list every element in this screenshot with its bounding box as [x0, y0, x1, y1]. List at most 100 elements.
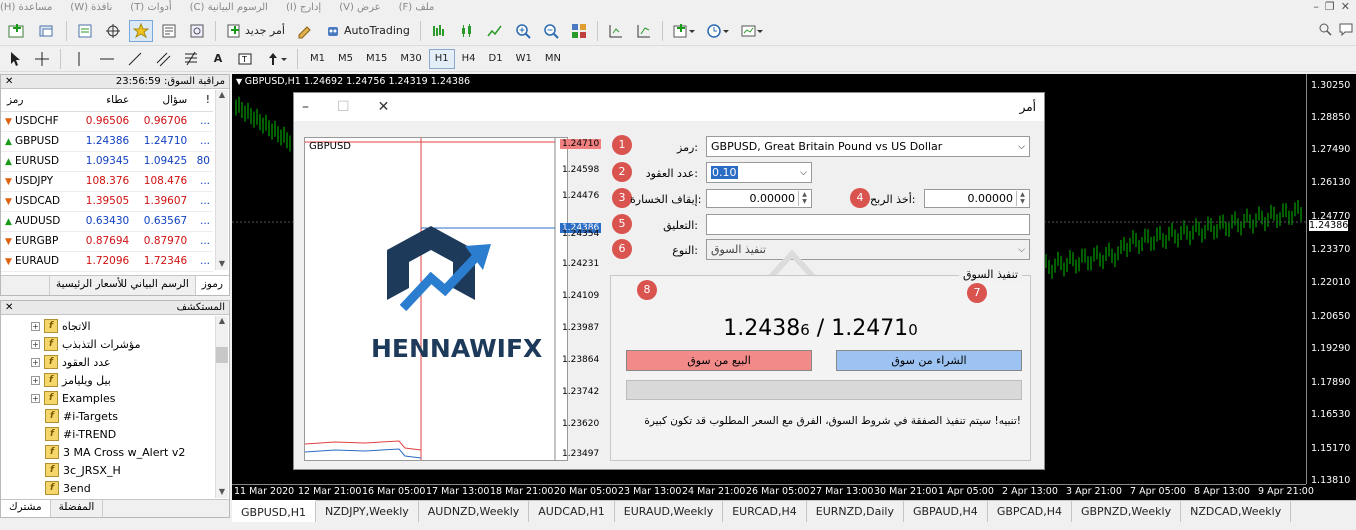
text-icon[interactable]: A [207, 48, 229, 70]
column-header-symbol[interactable]: رمز [1, 89, 75, 112]
navigator-item[interactable]: + f Examples [1, 389, 229, 407]
periods-icon[interactable] [703, 20, 733, 42]
channel-icon[interactable] [151, 48, 175, 70]
order-type-select[interactable]: تنفيذ السوق ⌵ [706, 239, 1030, 260]
new-order-button[interactable]: أمر جديد [222, 20, 289, 42]
chart-collapse-icon[interactable]: ▼ [236, 77, 245, 86]
indicators-icon[interactable] [669, 20, 699, 42]
tab-tick-chart[interactable]: الرسم البياني للأسعار الرئيسية [48, 276, 195, 295]
navigator-item[interactable]: + f مؤشرات التذبذب [1, 335, 229, 353]
navigator-item[interactable]: f #i-Targets [1, 407, 229, 425]
data-window-icon[interactable] [101, 20, 125, 42]
chart-tab[interactable]: GBPUSD,H1 [232, 500, 316, 522]
horizontal-line-icon[interactable] [95, 48, 119, 70]
sell-by-market-button[interactable]: البيع من سوق [626, 350, 812, 371]
tab-common[interactable]: مشترك [1, 500, 51, 517]
timeframe-h1[interactable]: H1 [428, 48, 455, 69]
menu-view[interactable]: عرض (V) [339, 2, 380, 13]
expand-icon[interactable]: + [31, 375, 40, 385]
scroll-down-icon[interactable]: ▼ [216, 487, 228, 496]
market-watch-row[interactable]: ▼ USDJPY 108.376 108.476... [1, 171, 213, 192]
market-watch-row[interactable]: ▲ AUDUSD 0.63430 0.63567... [1, 211, 213, 232]
bar-chart-icon[interactable] [427, 20, 451, 42]
symbol-select[interactable]: GBPUSD, Great Britain Pound vs US Dollar… [706, 136, 1030, 157]
timeframe-m1[interactable]: M1 [304, 49, 331, 69]
restore-icon[interactable]: ❐ [1325, 0, 1335, 13]
menu-insert[interactable]: إدارج (I) [286, 2, 321, 13]
autotrading-button[interactable]: AutoTrading [321, 20, 414, 42]
timeframe-w1[interactable]: W1 [510, 49, 538, 69]
chart-tab[interactable]: AUDCAD,H1 [529, 501, 615, 522]
metaeditor-icon[interactable] [293, 20, 317, 42]
tile-windows-icon[interactable] [567, 20, 591, 42]
time-scale[interactable]: 11 Mar 2020 12 Mar 21:00 16 Mar 05:00 17 Ma… [232, 484, 1314, 500]
timeframe-d1[interactable]: D1 [483, 49, 509, 69]
close-icon[interactable]: ✕ [378, 99, 390, 115]
comment-input[interactable] [706, 214, 1030, 235]
navigator-icon[interactable] [129, 19, 153, 42]
menu-file[interactable]: ملف (F) [399, 2, 435, 13]
volume-combo[interactable]: 0.10 ⌵ [706, 162, 812, 183]
menu-tools[interactable]: أدوات (T) [130, 2, 171, 13]
vertical-line-icon[interactable] [67, 48, 91, 70]
candlesticks-icon[interactable] [455, 20, 479, 42]
close-icon[interactable]: ✕ [5, 76, 13, 87]
scroll-up-icon[interactable]: ▲ [216, 90, 228, 99]
market-watch-row[interactable]: ▼ USDCAD 1.39505 1.39607... [1, 191, 213, 212]
fibonacci-icon[interactable] [179, 48, 203, 70]
navigator-item[interactable]: + f الاتجاه [1, 317, 229, 335]
timeframe-m15[interactable]: M15 [360, 49, 393, 69]
crosshair-icon[interactable] [30, 48, 54, 70]
takeprofit-spinner[interactable]: ▲ ▼ [1016, 191, 1028, 206]
column-header-ask[interactable]: سؤال [132, 89, 191, 112]
close-icon[interactable]: ✕ [1341, 0, 1350, 13]
chart-tab[interactable]: GBPNZD,Weekly [1072, 501, 1182, 522]
chart-shift-icon[interactable] [604, 20, 628, 42]
terminal-icon[interactable] [157, 20, 181, 42]
strategy-tester-icon[interactable] [185, 20, 209, 42]
navigator-item[interactable]: f #i-TREND [1, 425, 229, 443]
menu-window[interactable]: نافذة (W) [70, 2, 112, 13]
market-watch-row[interactable]: ▲ EURUSD 1.09345 1.09425 80 [1, 151, 213, 172]
scroll-thumb[interactable] [216, 347, 228, 363]
navigator-item[interactable]: f 3 MA Cross w_Alert v2 [1, 443, 229, 461]
tab-symbols[interactable]: رموز [194, 276, 229, 295]
trendline-icon[interactable] [123, 48, 147, 70]
minimize-icon[interactable]: – [302, 99, 309, 115]
maximize-icon[interactable]: ☐ [337, 99, 350, 115]
navigator-item[interactable]: + f بيل ويليامز [1, 371, 229, 389]
chart-tab[interactable]: GBPAUD,H4 [904, 501, 988, 522]
price-scale[interactable]: 1.30250 1.28850 1.27490 1.26130 1.24770 1.243… [1306, 74, 1356, 486]
scroll-down-icon[interactable]: ▼ [216, 259, 228, 268]
stoploss-input[interactable]: 0.00000 ▲ ▼ [706, 189, 812, 208]
scroll-up-icon[interactable]: ▲ [216, 316, 228, 325]
market-watch-scrollbar[interactable]: ▲ ▼ [215, 90, 228, 270]
zoom-out-icon[interactable] [539, 20, 563, 42]
expand-icon[interactable]: + [31, 321, 40, 331]
new-chart-icon[interactable] [4, 20, 30, 42]
chart-tab[interactable]: EURAUD,Weekly [615, 501, 724, 522]
chart-tab[interactable]: EURCAD,H4 [723, 501, 807, 522]
navigator-scrollbar[interactable]: ▲ ▼ [215, 316, 228, 498]
chat-icon[interactable] [1338, 22, 1354, 39]
auto-scroll-icon[interactable] [632, 20, 656, 42]
column-header-bid[interactable]: عطاء [74, 89, 133, 112]
navigator-item[interactable]: f 3end [1, 479, 229, 497]
timeframe-m5[interactable]: M5 [332, 49, 359, 69]
cursor-icon[interactable] [4, 48, 26, 70]
navigator-item[interactable]: + f عدد العقود [1, 353, 229, 371]
chart-tab[interactable]: NZDCAD,Weekly [1181, 501, 1292, 522]
market-watch-row[interactable]: ▼ EURGBP 0.87694 0.87970... [1, 231, 213, 252]
menu-help[interactable]: مساعدة (H) [0, 2, 52, 13]
expand-icon[interactable]: + [31, 357, 40, 367]
timeframe-h4[interactable]: H4 [456, 49, 482, 69]
market-watch-row[interactable]: ▲ GBPUSD 1.24386 1.24710... [1, 131, 213, 152]
arrows-icon[interactable] [261, 48, 291, 70]
buy-by-market-button[interactable]: الشراء من سوق [836, 350, 1022, 371]
timeframe-mn[interactable]: MN [539, 49, 567, 69]
expand-icon[interactable]: + [31, 339, 40, 349]
expand-icon[interactable]: + [31, 393, 40, 403]
line-chart-icon[interactable] [483, 20, 507, 42]
chart-tab[interactable]: NZDJPY,Weekly [316, 501, 419, 522]
market-watch-row[interactable]: ▼ EURAUD 1.72096 1.72346... [1, 251, 213, 272]
